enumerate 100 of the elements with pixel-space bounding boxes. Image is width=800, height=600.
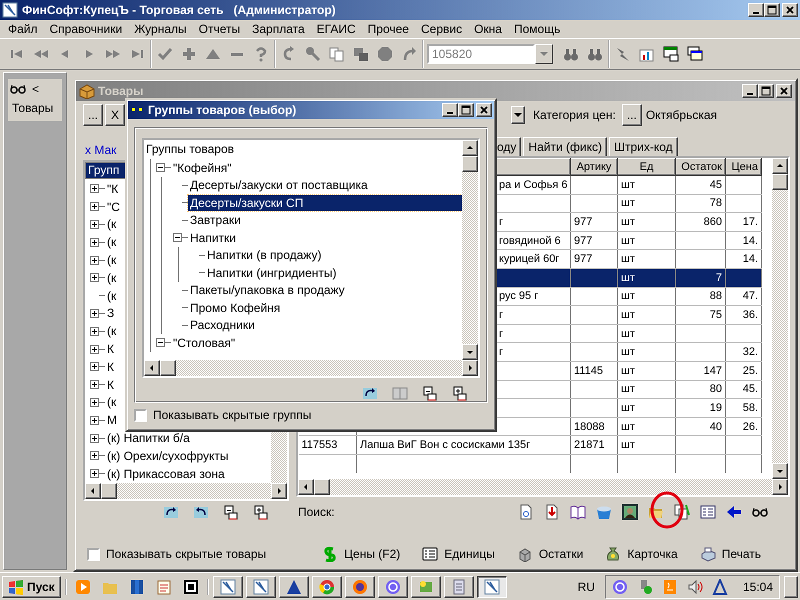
minimize-button[interactable] — [742, 84, 758, 98]
collapse-button[interactable]: < — [30, 82, 42, 96]
expand-icon[interactable] — [90, 434, 99, 443]
card-button[interactable]: Карточка — [601, 544, 682, 564]
books-icon[interactable] — [128, 578, 145, 594]
tree-item[interactable]: Завтраки — [188, 212, 243, 228]
column-header[interactable]: Артику — [570, 158, 618, 176]
expand-all-icon[interactable] — [253, 504, 269, 520]
dropdown-button[interactable] — [535, 44, 553, 64]
triangle-icon[interactable] — [712, 578, 728, 594]
tree-item[interactable]: Напитки — [188, 230, 238, 246]
window-icon[interactable] — [663, 46, 679, 62]
expand-icon[interactable] — [90, 326, 99, 336]
stock-button[interactable]: Остатки — [512, 544, 588, 564]
expand-icon[interactable] — [90, 220, 99, 229]
taskbar-button[interactable] — [476, 576, 507, 598]
menu-item[interactable]: Файл — [2, 22, 44, 36]
table-row[interactable]: 117553 Лапша ВиГ Вон с сосисками 135г 21871 шт — [298, 436, 762, 454]
print-button[interactable]: Печать — [696, 544, 765, 564]
tab[interactable]: Найти (фикс) — [523, 137, 607, 156]
chat-icon[interactable] — [612, 578, 628, 594]
tree-item[interactable]: (к) Прикассовая зона — [105, 466, 227, 482]
tree-item[interactable]: (к — [105, 323, 118, 340]
tree-item[interactable]: Расходники — [188, 317, 257, 334]
menu-item[interactable]: Окна — [468, 22, 508, 36]
dropdown-button[interactable] — [511, 106, 526, 124]
document-icon[interactable] — [518, 504, 534, 520]
tree-item[interactable]: (к — [105, 288, 118, 304]
stop-icon[interactable] — [377, 46, 393, 62]
search-field[interactable]: 105820 — [427, 44, 535, 64]
tree-expand-icon[interactable] — [163, 504, 179, 520]
tree-item[interactable]: Десерты/закуски от поставщика — [188, 177, 370, 194]
tree-item[interactable]: Напитки (ингридиенты) — [205, 264, 339, 281]
checkbox[interactable] — [134, 408, 147, 422]
speaker-icon[interactable] — [686, 578, 703, 594]
list-icon[interactable] — [700, 504, 716, 520]
scrollbar-thumb[interactable] — [772, 174, 788, 190]
collapse-icon[interactable] — [156, 338, 165, 348]
minimize-button[interactable] — [442, 103, 458, 117]
expand-icon[interactable] — [90, 184, 99, 194]
maximize-button[interactable] — [458, 103, 474, 117]
tree-item[interactable]: (к — [105, 394, 118, 410]
menu-item[interactable]: Журналы — [128, 22, 193, 36]
menu-item[interactable]: Помощь — [508, 22, 566, 36]
tree-item[interactable]: (к — [105, 252, 118, 268]
key-icon[interactable] — [305, 46, 321, 62]
binoculars-icon[interactable] — [587, 46, 603, 62]
tree-item[interactable]: З — [105, 305, 116, 322]
expand-all-icon[interactable] — [452, 385, 468, 401]
collapse-all-icon[interactable] — [223, 504, 239, 520]
menu-item[interactable]: Справочники — [44, 22, 128, 36]
add-icon[interactable] — [181, 46, 197, 62]
archive-icon[interactable] — [182, 578, 199, 594]
scrollbar-thumb[interactable] — [314, 479, 330, 495]
expand-icon[interactable] — [90, 398, 99, 407]
scrollbar[interactable] — [298, 479, 788, 495]
left-arrow-icon[interactable] — [726, 504, 742, 520]
close-button[interactable] — [776, 84, 792, 98]
collapse-icon[interactable] — [156, 163, 165, 172]
duplicate-icon[interactable] — [353, 46, 369, 62]
minimize-button[interactable] — [748, 3, 764, 17]
tree-item[interactable]: "К — [105, 180, 120, 197]
tree-item[interactable]: Десерты/закуски СП — [188, 194, 462, 211]
start-button[interactable]: Пуск — [2, 576, 61, 598]
expand-icon[interactable] — [90, 416, 99, 425]
scrollbar-thumb[interactable] — [101, 483, 117, 499]
show-desktop-button[interactable] — [784, 576, 798, 598]
check-icon[interactable] — [157, 46, 173, 62]
tree-item[interactable]: (к) Орехи/сухофрукты — [105, 448, 230, 464]
redo-icon[interactable] — [401, 46, 417, 62]
tree-item[interactable]: (к — [105, 216, 118, 232]
menu-item[interactable]: Прочее — [362, 22, 415, 36]
column-header[interactable]: Цена — [726, 158, 762, 176]
collapse-icon[interactable] — [173, 233, 182, 242]
expand-icon[interactable] — [90, 256, 99, 265]
maximize-button[interactable] — [764, 3, 780, 17]
menu-item[interactable]: Отчеты — [192, 22, 246, 36]
tree-item[interactable]: (к — [105, 270, 118, 286]
prices-button[interactable]: Цены (F2) — [318, 544, 404, 564]
close-button[interactable] — [476, 103, 492, 117]
portrait-icon[interactable] — [622, 504, 638, 520]
expand-icon[interactable] — [90, 344, 99, 354]
checkbox[interactable] — [87, 548, 100, 560]
tree-collapse-icon[interactable] — [193, 504, 209, 520]
tree-item[interactable]: К — [105, 341, 116, 358]
tree-item[interactable]: (к) Напитки б/а — [105, 430, 192, 446]
close-button[interactable] — [782, 3, 798, 17]
expand-icon[interactable] — [90, 202, 99, 212]
tree-item[interactable]: К — [105, 358, 116, 375]
tree-item[interactable]: М — [105, 412, 119, 428]
tree-item[interactable]: Напитки (в продажу) — [205, 247, 324, 264]
tree-item[interactable]: К — [105, 376, 116, 393]
menu-item[interactable]: ЕГАИС — [310, 22, 362, 36]
scrollbar[interactable] — [144, 360, 478, 376]
language-indicator[interactable]: RU — [572, 580, 601, 594]
expand-icon[interactable] — [90, 380, 99, 390]
binoculars-icon[interactable] — [563, 46, 579, 62]
select-button[interactable]: ... — [622, 104, 642, 126]
maximize-button[interactable] — [758, 84, 774, 98]
tree-item[interactable]: (к — [105, 234, 118, 250]
